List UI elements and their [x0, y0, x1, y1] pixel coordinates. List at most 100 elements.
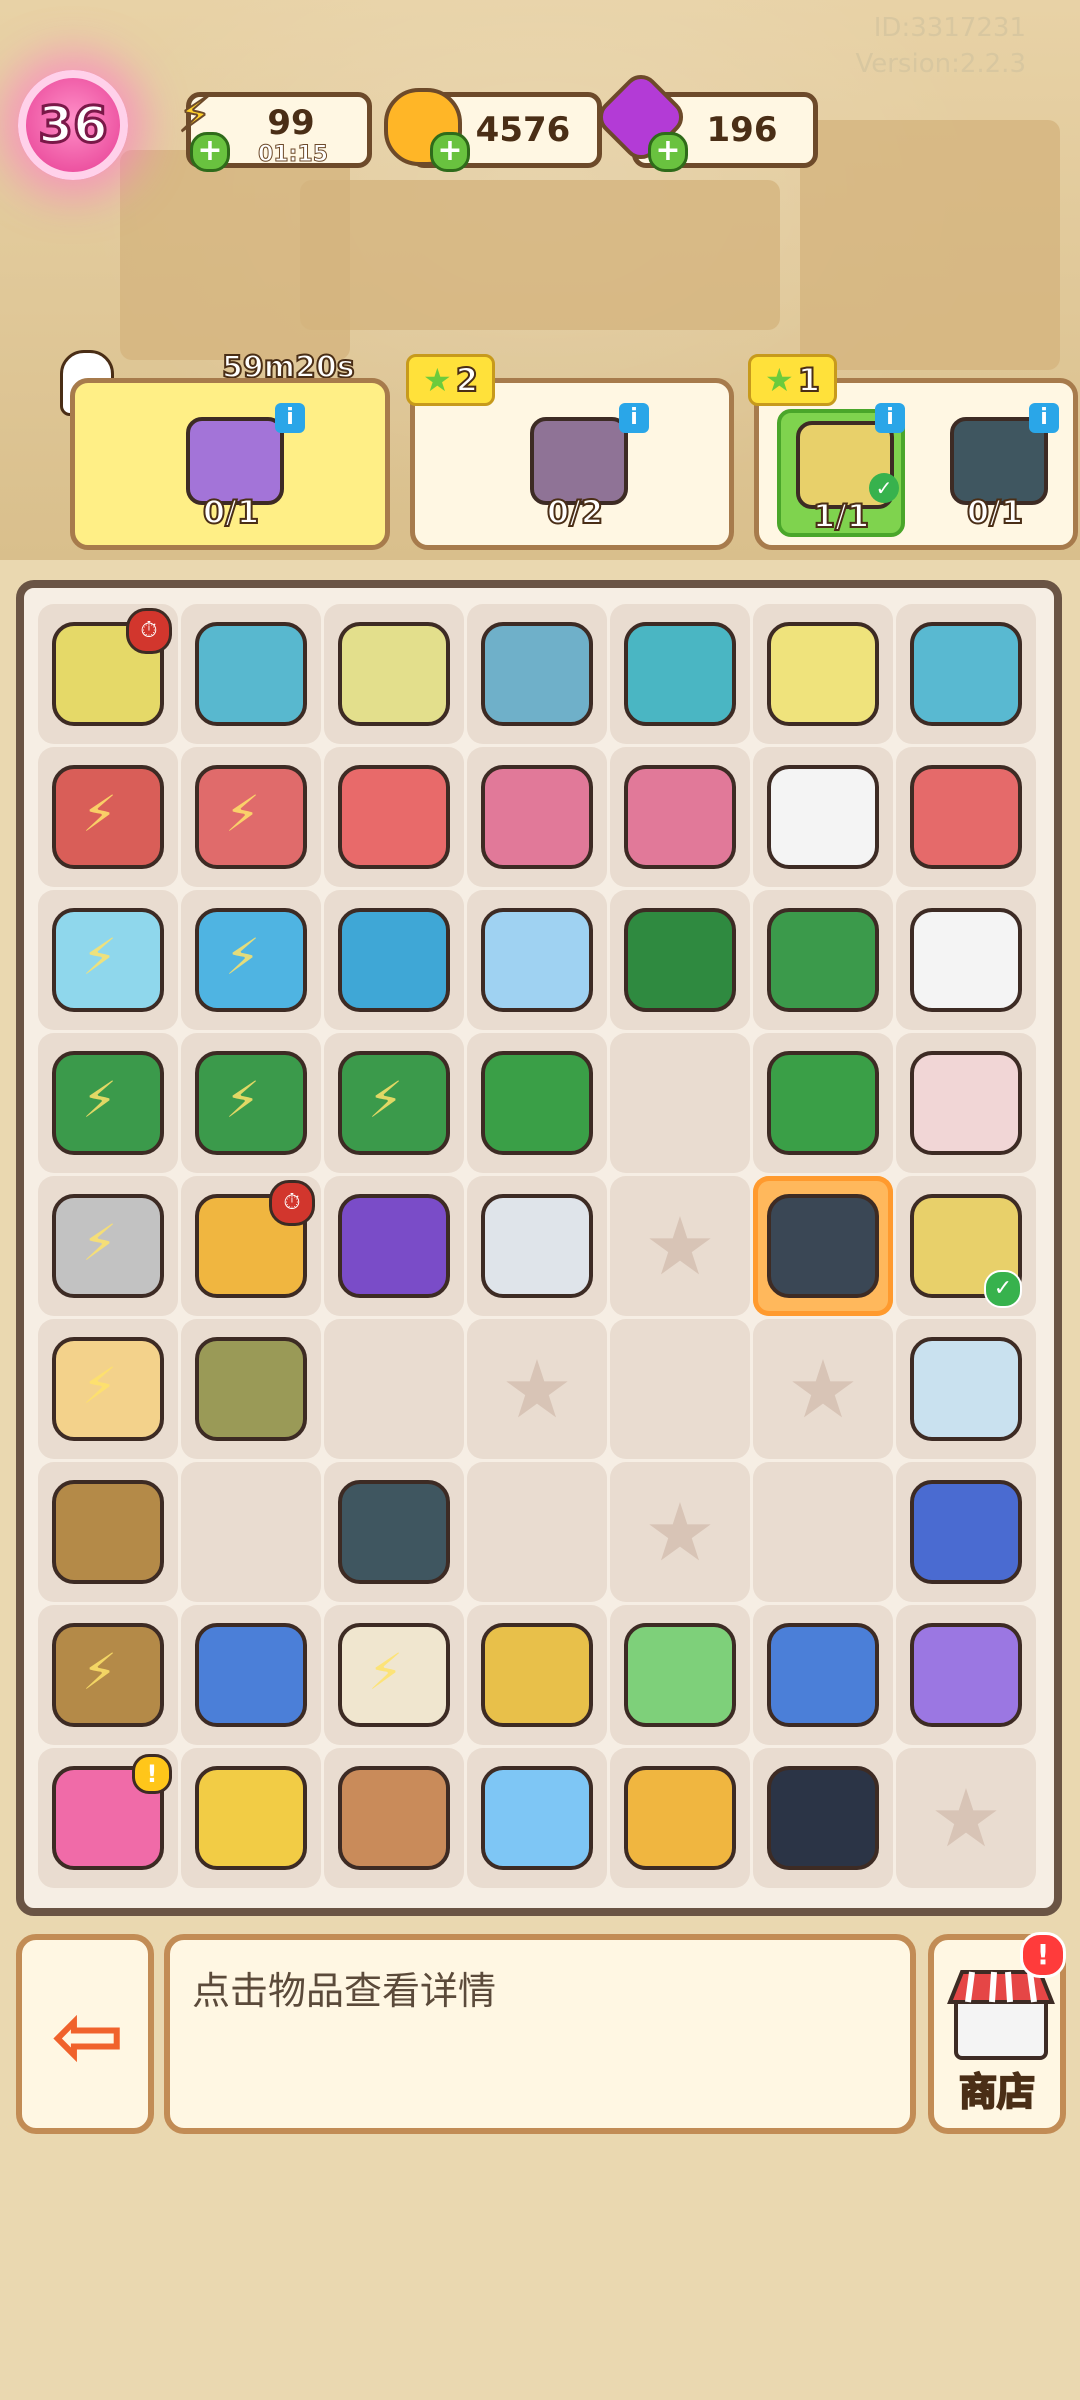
add-gems-button[interactable]: +	[648, 132, 688, 172]
empty-star-icon: ★	[930, 1771, 1002, 1865]
info-icon[interactable]: i	[875, 403, 905, 433]
bg-shelf-right	[800, 120, 1060, 370]
board-cell[interactable]	[467, 1033, 607, 1173]
board-cell[interactable]: ⚡	[324, 1033, 464, 1173]
info-icon[interactable]: i	[619, 403, 649, 433]
board-cell[interactable]: ⏱	[38, 604, 178, 744]
leg-machine-icon	[481, 622, 593, 726]
board-cell-empty[interactable]	[324, 1319, 464, 1459]
board-cell[interactable]: ⚡	[181, 890, 321, 1030]
board-cell[interactable]	[324, 1462, 464, 1602]
hand-grip-icon	[767, 1051, 879, 1155]
alert-badge-icon: !	[132, 1754, 172, 1794]
board-cell[interactable]	[610, 747, 750, 887]
board-cell[interactable]: ⚡	[38, 1605, 178, 1745]
basket-yellow-icon	[767, 622, 879, 726]
board-cell[interactable]: ⚡	[324, 1605, 464, 1745]
board-cell[interactable]	[610, 1605, 750, 1745]
board-cell[interactable]	[467, 747, 607, 887]
board-cell[interactable]	[753, 1033, 893, 1173]
bench-press-icon	[195, 622, 307, 726]
board-cell[interactable]	[181, 1319, 321, 1459]
board-cell[interactable]	[896, 1319, 1036, 1459]
lightning-overlay-icon: ⚡	[82, 928, 118, 986]
drill-icon	[481, 1051, 593, 1155]
order-slot[interactable]: 0/1	[171, 409, 291, 532]
board-cell-empty[interactable]: ★	[467, 1319, 607, 1459]
board-cell[interactable]	[610, 604, 750, 744]
board-cell[interactable]: ⚡	[181, 747, 321, 887]
board-cell[interactable]	[896, 1033, 1036, 1173]
board-cell[interactable]	[324, 1176, 464, 1316]
board-cell[interactable]	[753, 1748, 893, 1888]
board-cell-empty[interactable]	[610, 1033, 750, 1173]
capacitor-icon	[481, 908, 593, 1012]
board-cell-empty[interactable]	[467, 1462, 607, 1602]
board-cell[interactable]: !	[38, 1748, 178, 1888]
exit-button[interactable]: ⇦	[16, 1934, 154, 2134]
add-coins-button[interactable]: +	[430, 132, 470, 172]
board-cell[interactable]	[324, 604, 464, 744]
board-cell-empty[interactable]	[181, 1462, 321, 1602]
lightning-overlay-icon: ⚡	[225, 928, 261, 986]
board-cell[interactable]: ⚡	[38, 890, 178, 1030]
dumbbells-icon	[481, 1194, 593, 1298]
board-cell[interactable]	[324, 1748, 464, 1888]
board-cell[interactable]	[467, 1748, 607, 1888]
board-cell[interactable]	[896, 604, 1036, 744]
lightning-overlay-icon: ⚡	[82, 1643, 118, 1701]
board-cell[interactable]: ⏱	[181, 1176, 321, 1316]
board-cell[interactable]	[181, 604, 321, 744]
board-cell[interactable]: ⚡	[38, 1176, 178, 1316]
cards-icon	[910, 1623, 1022, 1727]
check-icon: ✓	[869, 473, 899, 503]
board-cell[interactable]	[896, 1462, 1036, 1602]
board-cell[interactable]: ✓	[896, 1176, 1036, 1316]
board-cell[interactable]	[467, 1605, 607, 1745]
bricks-icon	[624, 765, 736, 869]
board-cell[interactable]	[324, 747, 464, 887]
build-info: ID:3317231 Version:2.2.3	[855, 10, 1026, 82]
info-icon[interactable]: i	[1029, 403, 1059, 433]
empty-star-icon: ★	[644, 1199, 716, 1293]
board-cell[interactable]	[896, 1605, 1036, 1745]
board-cell[interactable]	[896, 890, 1036, 1030]
board-cell[interactable]: ⚡	[38, 1319, 178, 1459]
order-stars-value: 2	[455, 360, 479, 400]
board-cell[interactable]	[467, 604, 607, 744]
board-cell[interactable]	[896, 747, 1036, 887]
add-energy-button[interactable]: +	[190, 132, 230, 172]
board-cell[interactable]	[467, 1176, 607, 1316]
board-cell[interactable]	[753, 890, 893, 1030]
star-icon: ★	[423, 361, 452, 399]
board-cell[interactable]	[467, 890, 607, 1030]
board-cell-empty[interactable]: ★	[753, 1319, 893, 1459]
board-cell[interactable]	[324, 890, 464, 1030]
board-cell-empty[interactable]: ★	[610, 1176, 750, 1316]
level-badge[interactable]: 36	[18, 70, 128, 180]
exit-icon: ⇦	[51, 1984, 125, 2087]
circuit-board-icon	[338, 908, 450, 1012]
board-cell[interactable]	[753, 1605, 893, 1745]
board-cell[interactable]	[181, 1748, 321, 1888]
order-card-1[interactable]: 0/1 i	[70, 378, 390, 550]
board-cell[interactable]: ⚡	[181, 1033, 321, 1173]
board-cell[interactable]	[753, 1176, 893, 1316]
board-cell[interactable]	[753, 747, 893, 887]
order-slot[interactable]: 0/2	[515, 409, 635, 532]
shop-button[interactable]: 商店 !	[928, 1932, 1066, 2134]
board-cell-empty[interactable]	[753, 1462, 893, 1602]
board-cell[interactable]	[610, 1748, 750, 1888]
board-cell-empty[interactable]: ★	[896, 1748, 1036, 1888]
board-grid: ⏱ ⚡ ⚡ ⚡ ⚡ ⚡ ⚡ ⚡ ⚡ ⏱ ★ ✓ ⚡ ★ ★ ★ ⚡ ⚡! ★	[38, 604, 1036, 1888]
info-icon[interactable]: i	[275, 403, 305, 433]
board-cell[interactable]	[610, 890, 750, 1030]
paint-box-icon	[910, 1051, 1022, 1155]
board-cell-empty[interactable]	[610, 1319, 750, 1459]
board-cell[interactable]: ⚡	[38, 1033, 178, 1173]
board-cell[interactable]	[753, 604, 893, 744]
board-cell-empty[interactable]: ★	[610, 1462, 750, 1602]
board-cell[interactable]	[181, 1605, 321, 1745]
board-cell[interactable]	[38, 1462, 178, 1602]
board-cell[interactable]: ⚡	[38, 747, 178, 887]
